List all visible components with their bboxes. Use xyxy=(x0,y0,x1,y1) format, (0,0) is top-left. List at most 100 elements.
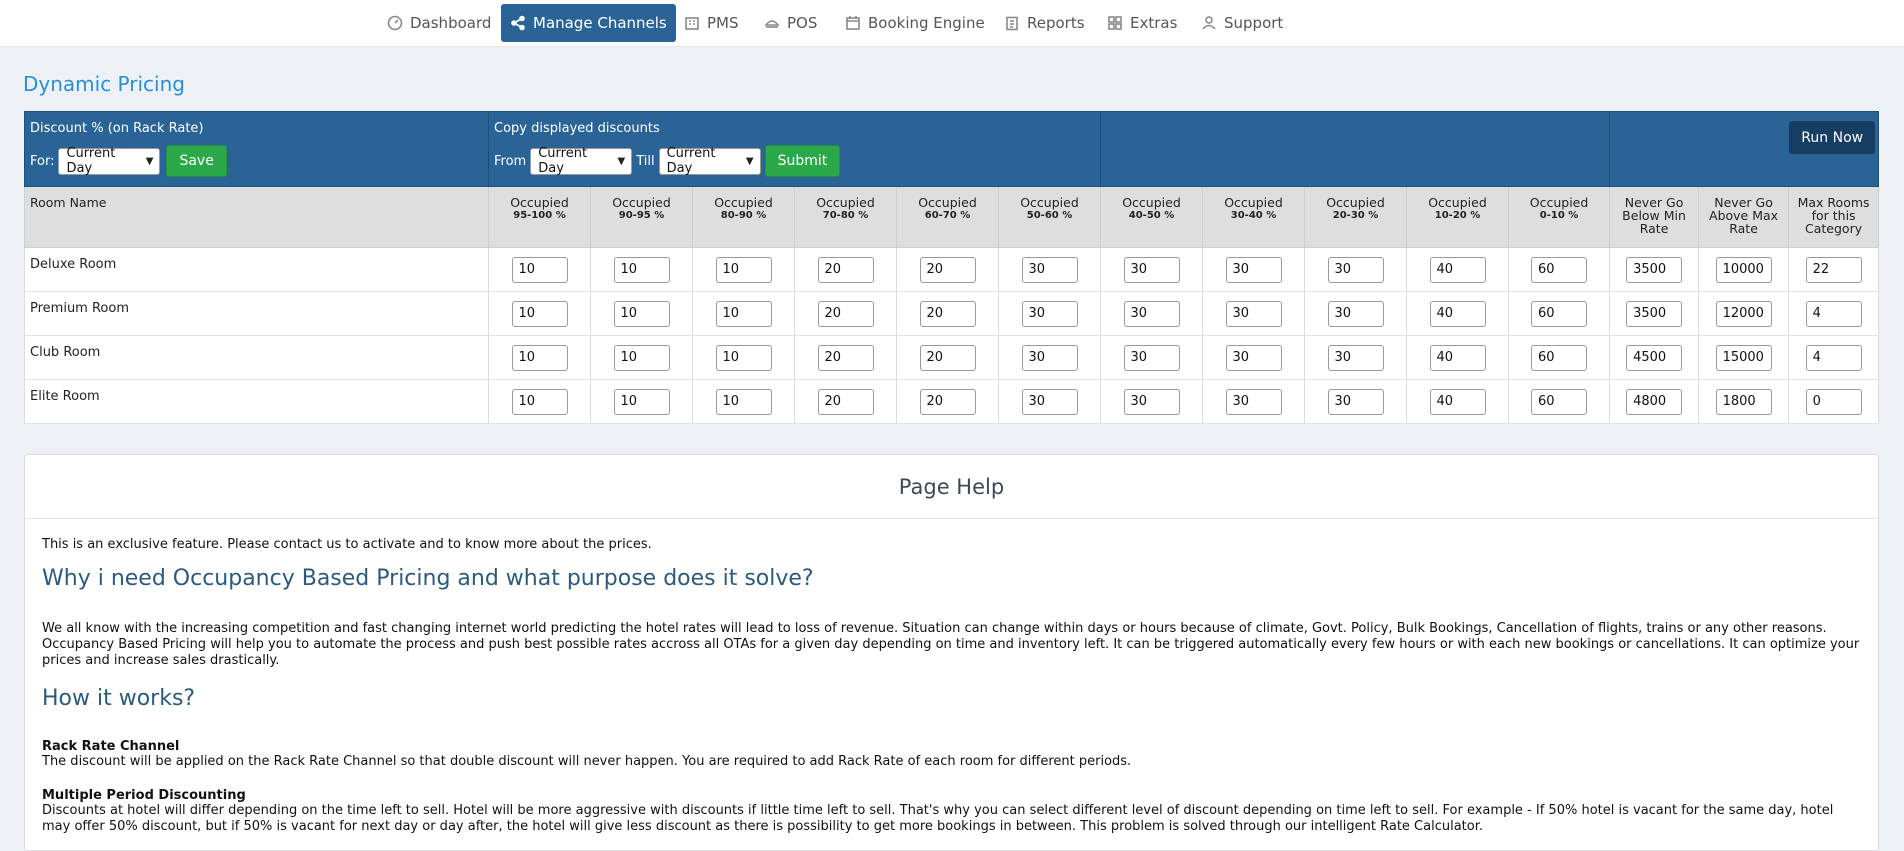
discount-input[interactable]: 30 xyxy=(1327,256,1384,283)
discount-input[interactable]: 40 xyxy=(1429,388,1486,415)
discount-cell: 30 xyxy=(998,379,1101,424)
discount-input[interactable]: 30 xyxy=(1021,388,1078,415)
discount-input[interactable]: 10 xyxy=(613,256,670,283)
discount-input[interactable]: 20 xyxy=(817,344,874,371)
discount-input[interactable]: 60 xyxy=(1531,344,1588,371)
discount-cell: 10 xyxy=(590,335,693,380)
discount-input[interactable]: 10 xyxy=(715,344,772,371)
nav-extras[interactable]: Extras xyxy=(1098,4,1186,42)
discount-cell: 10 xyxy=(590,379,693,424)
page-title: Dynamic Pricing xyxy=(23,72,185,96)
discount-input[interactable]: 30 xyxy=(1123,388,1180,415)
discount-cell: 10 xyxy=(692,247,795,292)
nav-pos[interactable]: POS xyxy=(755,4,826,42)
discount-input[interactable]: 30 xyxy=(1225,300,1282,327)
max-rate-input[interactable]: 15000 xyxy=(1715,344,1772,371)
occupied-label: Occupied xyxy=(612,195,671,210)
discount-input[interactable]: 60 xyxy=(1531,388,1588,415)
max-rooms-input[interactable]: 4 xyxy=(1805,300,1862,327)
discount-input[interactable]: 30 xyxy=(1225,388,1282,415)
multi-period-text: Discounts at hotel will differ depending… xyxy=(42,803,1834,834)
nav-booking-engine[interactable]: Booking Engine xyxy=(836,4,994,42)
max-rate-input[interactable]: 10000 xyxy=(1715,256,1772,283)
user-icon xyxy=(1202,16,1216,30)
nav-reports[interactable]: Reports xyxy=(995,4,1094,42)
max-rate-input[interactable]: 1800 xyxy=(1715,388,1772,415)
nav-manage-channels[interactable]: Manage Channels xyxy=(501,4,676,42)
min-rate-input[interactable]: 3500 xyxy=(1626,300,1683,327)
max-rooms-input[interactable]: 4 xyxy=(1805,344,1862,371)
discount-input[interactable]: 20 xyxy=(919,344,976,371)
table-row: Elite Room 10 10 10 20 20 30 30 30 30 40 60 4800 1800… xyxy=(24,379,1880,424)
discount-input[interactable]: 20 xyxy=(817,300,874,327)
discount-input[interactable]: 10 xyxy=(511,300,568,327)
discount-input[interactable]: 40 xyxy=(1429,300,1486,327)
save-button[interactable]: Save xyxy=(166,145,227,177)
discount-input[interactable]: 20 xyxy=(919,256,976,283)
occupancy-range: 40-50 % xyxy=(1128,210,1175,221)
discount-input[interactable]: 40 xyxy=(1429,256,1486,283)
discount-input[interactable]: 30 xyxy=(1021,300,1078,327)
discount-input[interactable]: 60 xyxy=(1531,300,1588,327)
min-rate-cell: 3500 xyxy=(1609,247,1700,292)
discount-input[interactable]: 10 xyxy=(613,344,670,371)
max-rate-cell: 10000 xyxy=(1698,247,1790,292)
discount-input[interactable]: 30 xyxy=(1225,256,1282,283)
submit-button[interactable]: Submit xyxy=(764,145,841,177)
discount-input[interactable]: 30 xyxy=(1327,388,1384,415)
discount-input[interactable]: 10 xyxy=(715,388,772,415)
till-label: Till xyxy=(636,153,655,169)
discount-input[interactable]: 30 xyxy=(1327,300,1384,327)
discount-input[interactable]: 10 xyxy=(715,300,772,327)
discount-input[interactable]: 20 xyxy=(919,300,976,327)
run-now-button[interactable]: Run Now xyxy=(1789,121,1876,154)
nav-support[interactable]: Support xyxy=(1192,4,1292,42)
min-rate-cell: 4800 xyxy=(1609,379,1700,424)
max-rooms-input[interactable]: 22 xyxy=(1805,256,1862,283)
occupied-label: Occupied xyxy=(510,195,569,210)
discount-input[interactable]: 60 xyxy=(1531,256,1588,283)
nav-dashboard[interactable]: Dashboard xyxy=(378,4,500,42)
discount-input[interactable]: 30 xyxy=(1123,344,1180,371)
discount-input[interactable]: 10 xyxy=(715,256,772,283)
discount-cell: 30 xyxy=(1304,247,1407,292)
from-day-select[interactable]: Current Day ▼ xyxy=(530,146,633,176)
min-rate-input[interactable]: 4800 xyxy=(1626,388,1683,415)
discount-cell: 10 xyxy=(488,335,591,380)
discount-input[interactable]: 20 xyxy=(817,256,874,283)
occupied-label: Occupied xyxy=(1428,195,1487,210)
min-rate-input[interactable]: 3500 xyxy=(1626,256,1683,283)
discount-input[interactable]: 30 xyxy=(1123,256,1180,283)
nav-pms[interactable]: PMS xyxy=(675,4,748,42)
occupied-label: Occupied xyxy=(714,195,773,210)
max-rate-input[interactable]: 12000 xyxy=(1715,300,1772,327)
discount-input[interactable]: 30 xyxy=(1327,344,1384,371)
from-label: From xyxy=(494,153,527,169)
discount-input[interactable]: 30 xyxy=(1123,300,1180,327)
discount-cell: 60 xyxy=(1507,335,1611,380)
till-day-select[interactable]: Current Day ▼ xyxy=(658,146,761,176)
discount-input[interactable]: 30 xyxy=(1225,344,1282,371)
discount-input[interactable]: 30 xyxy=(1021,344,1078,371)
discount-input[interactable]: 30 xyxy=(1021,256,1078,283)
discount-cell: 30 xyxy=(1304,379,1407,424)
share-icon xyxy=(511,15,525,31)
discount-input[interactable]: 10 xyxy=(613,300,670,327)
discount-input[interactable]: 10 xyxy=(511,388,568,415)
discount-input[interactable]: 10 xyxy=(511,344,568,371)
discount-cell: 40 xyxy=(1406,335,1509,380)
discount-input[interactable]: 10 xyxy=(613,388,670,415)
discount-cell: 30 xyxy=(1100,247,1203,292)
discount-cell: 30 xyxy=(1202,379,1305,424)
max-rooms-input[interactable]: 0 xyxy=(1805,388,1862,415)
discount-input[interactable]: 40 xyxy=(1429,344,1486,371)
room-name: Deluxe Room xyxy=(24,247,489,292)
discount-input[interactable]: 20 xyxy=(817,388,874,415)
why-text: We all know with the increasing competit… xyxy=(42,621,1860,668)
occupied-label: Occupied xyxy=(1224,195,1283,210)
for-day-select[interactable]: Current Day ▼ xyxy=(58,146,161,176)
top-navbar: Dashboard Manage Channels PMS POS Bookin… xyxy=(0,0,1904,47)
discount-input[interactable]: 20 xyxy=(919,388,976,415)
discount-input[interactable]: 10 xyxy=(511,256,568,283)
min-rate-input[interactable]: 4500 xyxy=(1626,344,1683,371)
